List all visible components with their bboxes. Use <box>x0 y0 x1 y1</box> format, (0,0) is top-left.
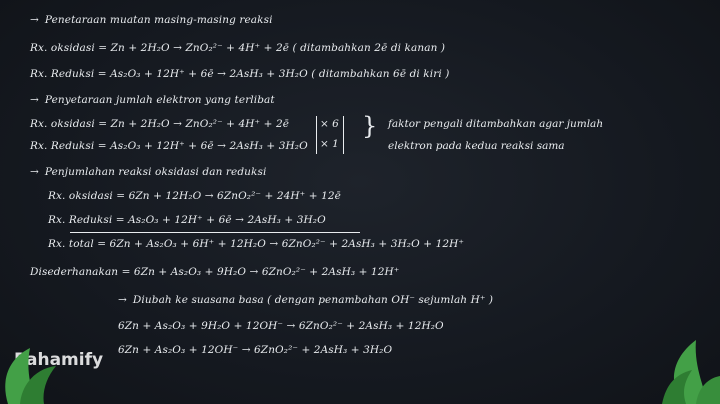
heading-penjumlahan-reaksi: → Penjumlahan reaksi oksidasi dan reduksi <box>30 166 267 178</box>
heading-penyetaraan-elektron: → Penyetaraan jumlah elektron yang terlib… <box>30 94 275 106</box>
right-plant-icon <box>662 340 720 404</box>
right-arrow-icon: → <box>30 94 39 106</box>
oxidation-half-reaction: Rx. oksidasi = Zn + 2H₂O → ZnO₂²⁻ + 4H⁺ … <box>30 42 446 54</box>
final-basic-reaction: 6Zn + As₂O₃ + 12OH⁻ → 6ZnO₂²⁻ + 2AsH₃ + … <box>118 344 393 356</box>
reduction-reaction-step2: Rx. Reduksi = As₂O₃ + 12H⁺ + 6ē → 2AsH₃ … <box>30 140 308 152</box>
heading-suasana-basa: → Diubah ke suasana basa ( dengan penamba… <box>118 294 494 306</box>
multiplier-top: × 6 <box>320 118 339 130</box>
oxidation-reaction-step2: Rx. oksidasi = Zn + 2H₂O → ZnO₂²⁻ + 4H⁺ … <box>30 118 290 130</box>
sum-divider <box>70 232 360 233</box>
reduction-half-reaction: Rx. Reduksi = As₂O₃ + 12H⁺ + 6ē → 2AsH₃ … <box>30 68 450 80</box>
simplified-reaction: Disederhanakan = 6Zn + As₂O₃ + 9H₂O → 6Z… <box>30 266 400 278</box>
note-line-2: elektron pada kedua reaksi sama <box>388 140 565 152</box>
note-line-1: faktor pengali ditambahkan agar jumlah <box>388 118 604 130</box>
total-reaction: Rx. total = 6Zn + As₂O₃ + 6H⁺ + 12H₂O → … <box>48 238 465 250</box>
reduction-reaction-multiplied: Rx. Reduksi = As₂O₃ + 12H⁺ + 6ē → 2AsH₃ … <box>48 214 326 226</box>
right-arrow-icon: → <box>118 294 127 306</box>
oxidation-reaction-multiplied: Rx. oksidasi = 6Zn + 12H₂O → 6ZnO₂²⁻ + 2… <box>48 190 341 202</box>
curly-brace: } <box>362 112 378 140</box>
basic-reaction-step: 6Zn + As₂O₃ + 9H₂O + 12OH⁻ → 6ZnO₂²⁻ + 2… <box>118 320 444 332</box>
multiplier-bottom: × 1 <box>320 138 339 150</box>
right-arrow-icon: → <box>30 14 39 26</box>
left-plant-icon <box>5 348 56 404</box>
heading-penetaraan-muatan: → Penetaraan muatan masing-masing reaksi <box>30 14 273 26</box>
right-arrow-icon: → <box>30 166 39 178</box>
